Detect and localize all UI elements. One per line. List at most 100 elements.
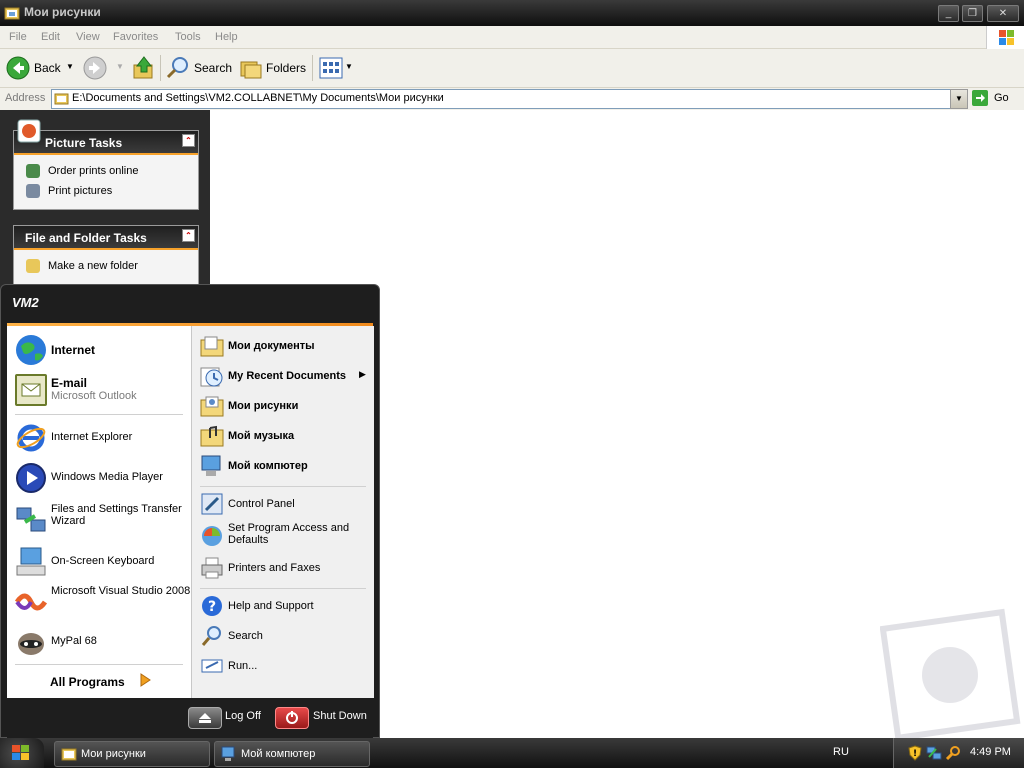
program-on-screen-keyboard[interactable]: On-Screen Keyboard — [15, 544, 189, 580]
svg-text:?: ? — [208, 599, 216, 615]
picture-tasks-icon — [16, 118, 42, 144]
program-access-icon — [200, 524, 224, 548]
forward-arrow-icon[interactable] — [83, 56, 107, 80]
help-label: Search — [228, 630, 263, 642]
search-icon[interactable] — [945, 745, 961, 761]
place-label: Мой компютер — [228, 460, 308, 472]
program-visual-studio[interactable]: Microsoft Visual Studio 2008 — [14, 582, 191, 622]
windows-logo-icon — [986, 26, 1024, 49]
printer-icon — [200, 556, 224, 580]
order-prints-link[interactable]: Order prints online — [48, 165, 139, 177]
internet-explorer-icon — [15, 422, 47, 454]
program-windows-media-player[interactable]: Windows Media Player — [15, 460, 189, 496]
minimize-button[interactable]: _ — [938, 5, 959, 22]
search-icon[interactable] — [166, 56, 190, 80]
collapse-icon[interactable]: ⌃ — [182, 229, 195, 242]
views-icon[interactable] — [319, 57, 343, 79]
window-titlebar[interactable]: Мои рисунки _ ❐ ✕ — [0, 0, 1024, 26]
power-icon[interactable] — [275, 707, 309, 729]
menu-help[interactable]: Help — [215, 31, 238, 43]
help-support-item[interactable]: ? Help and Support — [192, 592, 374, 620]
place-recent-documents[interactable]: My Recent Documents ▶ — [192, 362, 374, 390]
search-item[interactable]: Search — [192, 622, 374, 650]
program-access-item[interactable]: Set Program Access and Defaults — [192, 520, 374, 552]
place-my-computer[interactable]: Мой компютер — [192, 452, 374, 480]
keyboard-icon — [15, 546, 47, 578]
globe-icon — [15, 334, 47, 366]
views-dropdown-icon[interactable]: ▼ — [345, 62, 353, 71]
address-dropdown-button[interactable]: ▼ — [950, 89, 968, 109]
program-internet-explorer[interactable]: Internet Explorer — [15, 420, 189, 456]
pinned-internet[interactable]: Internet — [15, 332, 189, 368]
back-dropdown-icon[interactable]: ▼ — [66, 62, 74, 71]
help-label: Run... — [228, 660, 258, 672]
address-value: E:\Documents and Settings\VM2.COLLABNET\… — [72, 92, 444, 104]
restore-button[interactable]: ❐ — [962, 5, 983, 22]
pinned-email-label: E-mail — [51, 376, 88, 390]
program-label: Microsoft Visual Studio 2008 — [51, 585, 191, 597]
place-label: Мой музыка — [228, 430, 295, 442]
menu-favorites[interactable]: Favorites — [113, 31, 158, 43]
menu-view[interactable]: View — [76, 31, 100, 43]
place-my-pictures[interactable]: Мои рисунки — [192, 392, 374, 420]
folder-icon — [54, 91, 69, 106]
menu-edit[interactable]: Edit — [41, 31, 60, 43]
control-panel-item[interactable]: Control Panel — [192, 490, 374, 518]
go-arrow-icon — [972, 90, 988, 106]
place-my-music[interactable]: Мой музыка — [192, 422, 374, 450]
up-folder-icon[interactable] — [132, 55, 156, 81]
make-new-folder-link[interactable]: Make a new folder — [48, 260, 138, 272]
forward-dropdown-icon[interactable]: ▼ — [116, 62, 124, 71]
run-item[interactable]: Run... — [192, 652, 374, 680]
back-button[interactable]: Back — [34, 61, 61, 75]
logoff-key-icon[interactable] — [188, 707, 222, 729]
start-menu-programs: Internet E-mail Microsoft Outlook Intern… — [7, 326, 191, 698]
search-icon — [200, 624, 224, 648]
place-label: Мои рисунки — [228, 400, 299, 412]
pinned-email-sub: Microsoft Outlook — [51, 390, 137, 402]
printers-faxes-item[interactable]: Printers and Faxes — [192, 554, 374, 582]
program-mypal[interactable]: MyPal 68 — [15, 624, 189, 660]
taskbar: Мои рисунки Мой компютер RU ! 4:49 PM — [0, 738, 1024, 768]
collapse-icon[interactable]: ⌃ — [182, 134, 195, 147]
print-pictures-link[interactable]: Print pictures — [48, 185, 112, 197]
pinned-email[interactable]: E-mail Microsoft Outlook — [15, 372, 189, 408]
place-my-documents[interactable]: Мои документы — [192, 332, 374, 360]
address-input[interactable]: E:\Documents and Settings\VM2.COLLABNET\… — [51, 89, 951, 109]
language-indicator[interactable]: RU — [833, 746, 849, 758]
new-folder-icon — [26, 259, 40, 273]
back-arrow-icon[interactable] — [6, 56, 30, 80]
user-name: VM2 — [12, 295, 39, 310]
svg-text:!: ! — [913, 749, 917, 759]
security-shield-icon[interactable]: ! — [908, 745, 922, 761]
shutdown-button[interactable]: Shut Down — [313, 710, 367, 722]
close-button[interactable]: ✕ — [987, 5, 1019, 22]
folders-icon[interactable] — [239, 56, 263, 80]
network-icon[interactable] — [926, 745, 942, 761]
start-button[interactable] — [0, 738, 44, 768]
program-label: MyPal 68 — [51, 635, 97, 647]
mypal-raccoon-icon — [15, 626, 47, 658]
settings-label: Set Program Access and Defaults — [228, 522, 350, 546]
windows-flag-icon — [10, 743, 32, 763]
file-folder-tasks-header[interactable]: File and Folder Tasks ⌃ — [14, 226, 198, 250]
program-files-settings-transfer[interactable]: Files and Settings Transfer Wizard — [15, 500, 189, 540]
search-button[interactable]: Search — [194, 61, 232, 75]
logoff-button[interactable]: Log Off — [225, 710, 261, 722]
settings-label: Control Panel — [228, 498, 295, 510]
settings-label: Printers and Faxes — [228, 562, 321, 574]
file-folder-tasks-title: File and Folder Tasks — [25, 231, 147, 245]
menu-file[interactable]: File — [9, 31, 27, 43]
taskbar-task-pictures[interactable]: Мои рисунки — [54, 741, 210, 767]
clock[interactable]: 4:49 PM — [970, 746, 1011, 758]
go-button[interactable]: Go — [970, 88, 1020, 108]
taskbar-task-computer[interactable]: Мой компютер — [214, 741, 370, 767]
folders-button[interactable]: Folders — [266, 61, 306, 75]
all-programs-button[interactable]: All Programs — [37, 670, 167, 692]
computer-icon — [221, 746, 237, 762]
program-label: Internet Explorer — [51, 431, 133, 443]
start-menu-footer: Log Off Shut Down — [7, 698, 373, 738]
help-icon: ? — [200, 594, 224, 618]
menu-tools[interactable]: Tools — [175, 31, 201, 43]
menubar: File Edit View Favorites Tools Help — [0, 26, 1024, 49]
